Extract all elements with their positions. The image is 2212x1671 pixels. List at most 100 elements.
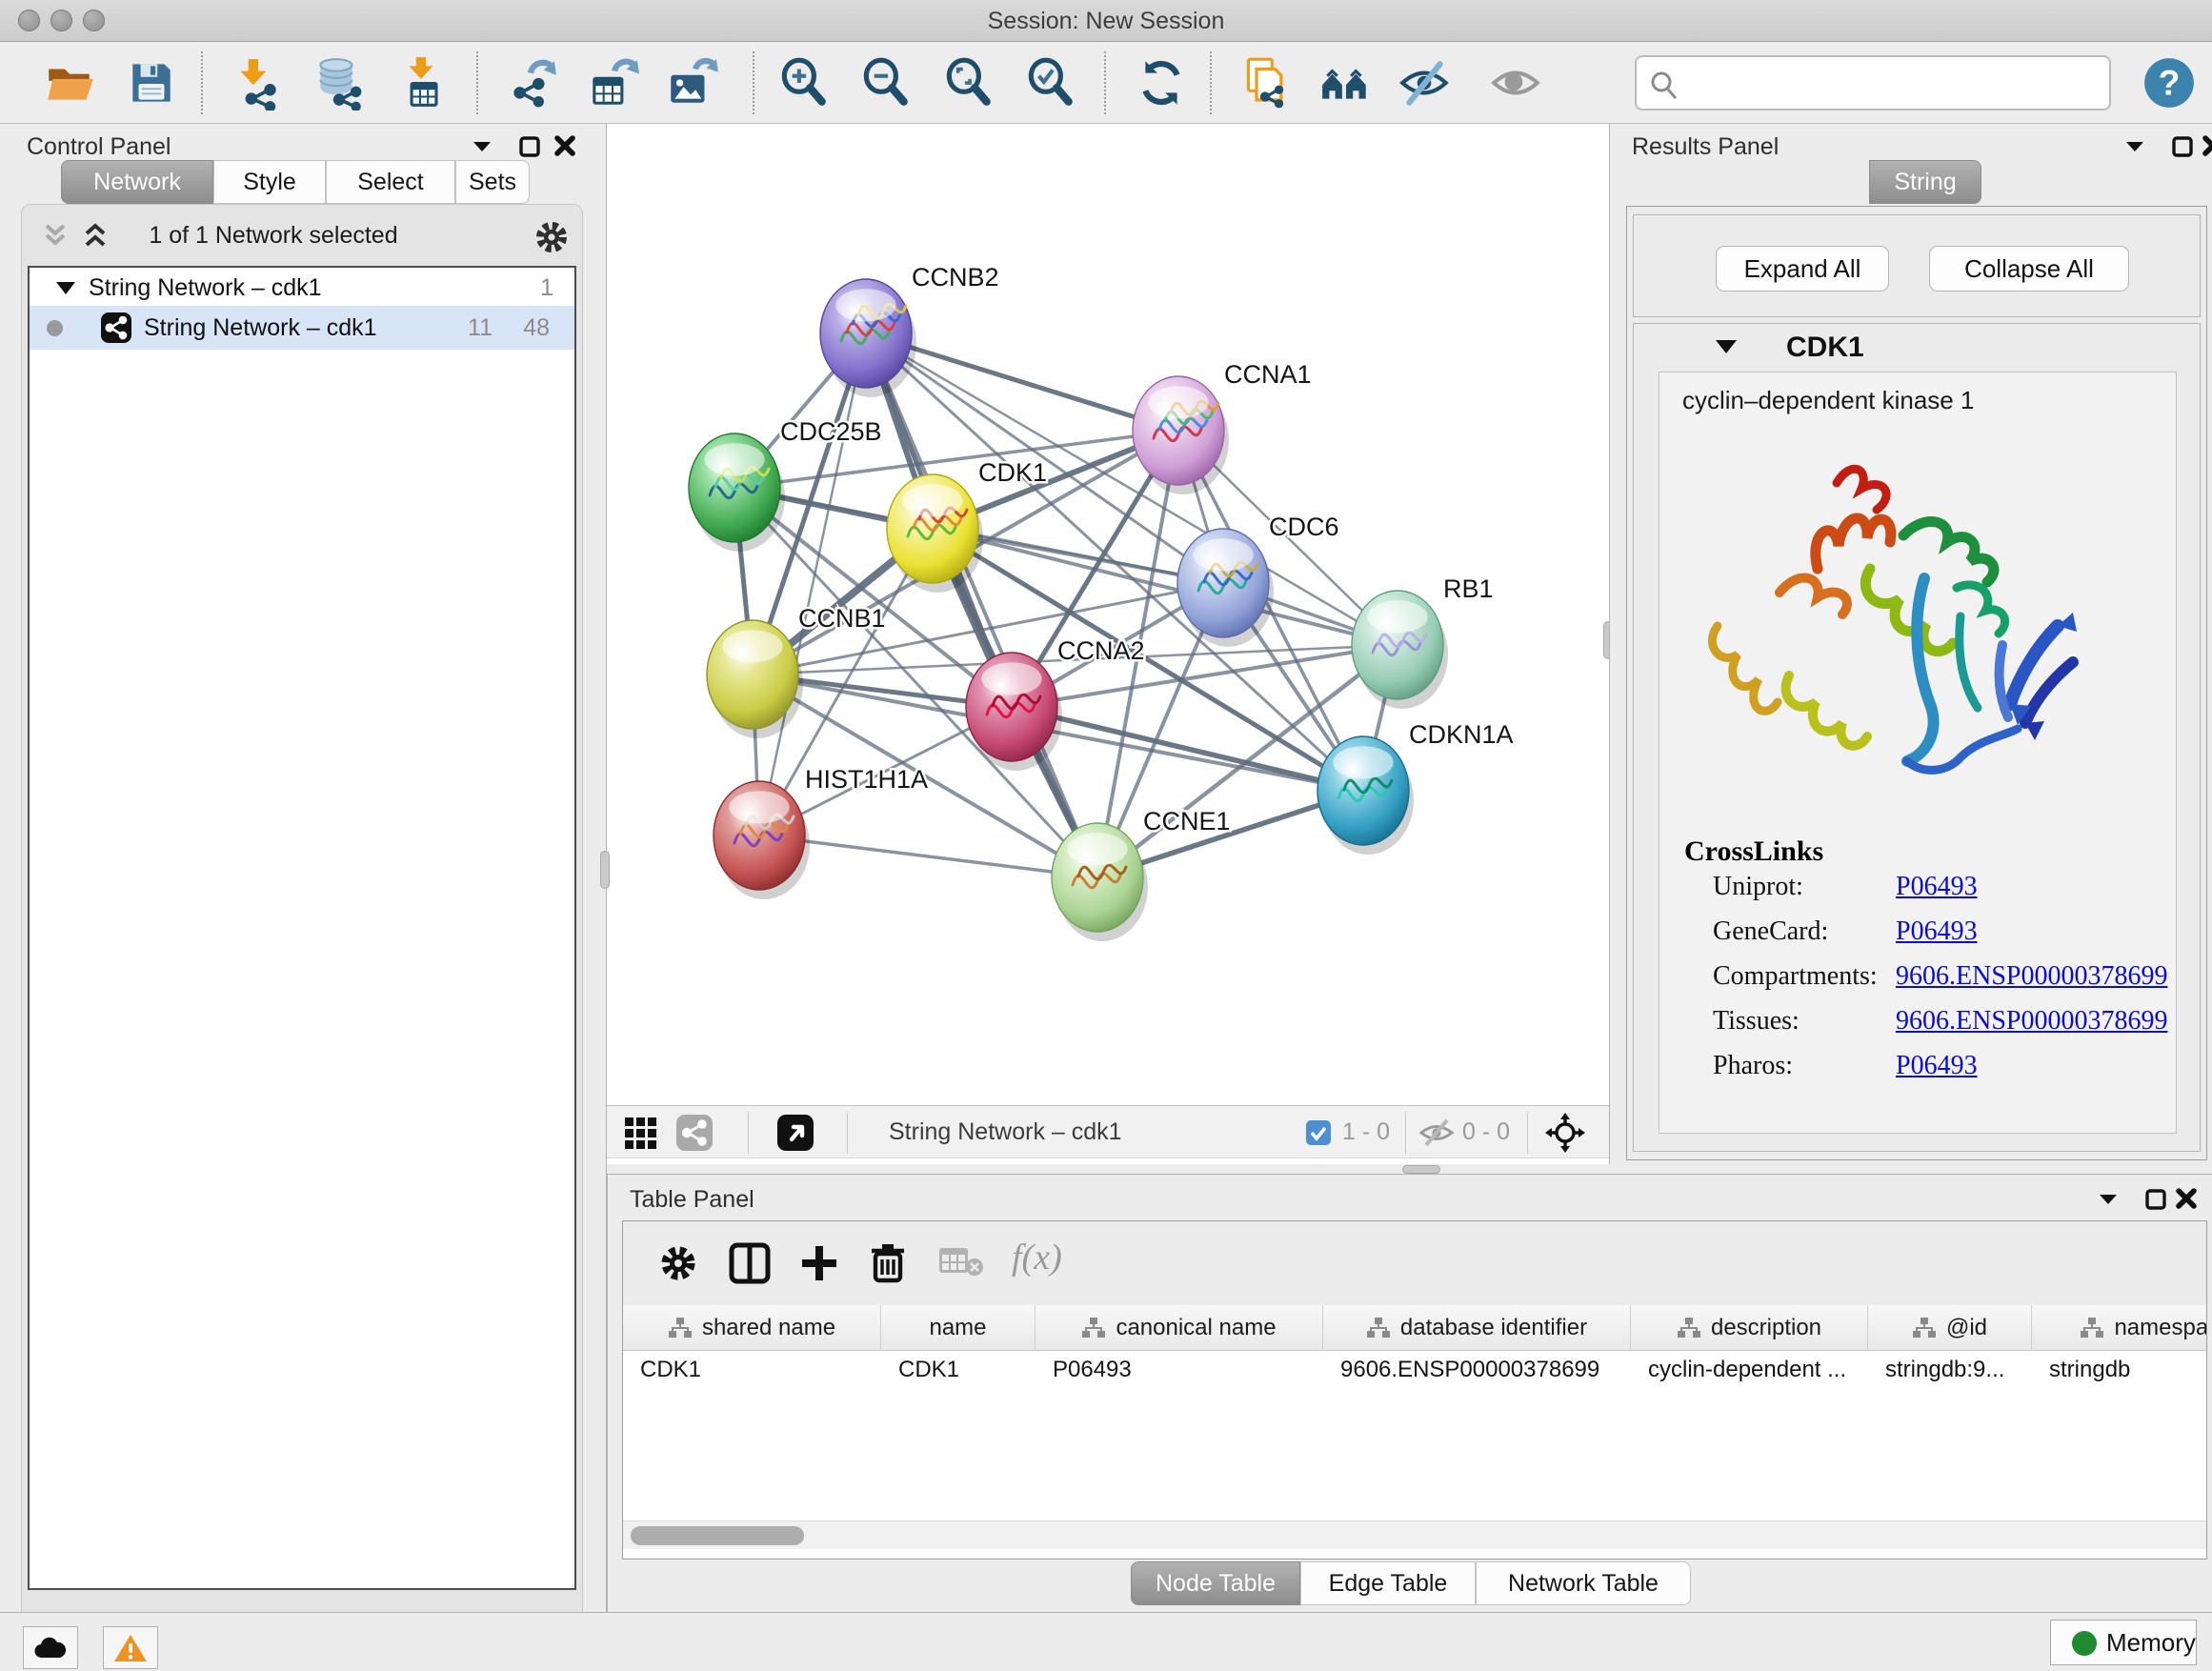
tab-string[interactable]: String	[1869, 160, 1981, 204]
column-header-namespace[interactable]: namespace	[2032, 1305, 2207, 1351]
network-collection-row[interactable]: String Network – cdk1 1	[30, 268, 574, 306]
table-gear-icon[interactable]	[657, 1242, 699, 1289]
network-share-icon[interactable]	[675, 1114, 714, 1157]
node-HIST1H1A[interactable]	[714, 781, 810, 899]
zoom-fit-icon[interactable]	[940, 55, 995, 111]
protein-collapse-icon[interactable]	[1714, 337, 1739, 356]
node-RB1[interactable]	[1352, 591, 1448, 709]
zoom-selected-icon[interactable]	[1022, 55, 1077, 111]
show-all-icon[interactable]	[1488, 55, 1543, 111]
column-header-shared-name[interactable]: shared name	[623, 1305, 881, 1351]
tab-network[interactable]: Network	[61, 160, 213, 204]
table-cell[interactable]: stringdb	[2049, 1357, 2207, 1383]
network-options-gear-icon[interactable]	[533, 218, 571, 261]
zoom-out-icon[interactable]	[857, 55, 913, 111]
help-icon[interactable]: ?	[2142, 55, 2197, 111]
results-panel-float-icon[interactable]	[2171, 135, 2194, 163]
table-columns-icon[interactable]	[728, 1242, 772, 1289]
crosslink-label: Tissues:	[1713, 1006, 1800, 1037]
import-network-database-icon[interactable]	[311, 55, 366, 111]
import-network-file-icon[interactable]	[229, 55, 284, 111]
pan-crosshair-icon[interactable]	[1544, 1112, 1586, 1158]
cloud-button[interactable]	[23, 1626, 78, 1669]
scrollbar-thumb[interactable]	[631, 1526, 804, 1545]
table-delete-icon[interactable]	[869, 1242, 907, 1289]
node-CCNA1[interactable]	[1133, 376, 1229, 494]
search-input[interactable]	[1686, 61, 2101, 105]
left-splitter-handle[interactable]	[600, 851, 610, 889]
node-label-RB1: RB1	[1443, 574, 1494, 603]
node-CDC25B[interactable]	[689, 433, 785, 552]
svg-text:?: ?	[2159, 62, 2181, 102]
table-add-column-icon[interactable]	[798, 1242, 840, 1289]
import-table-icon[interactable]	[395, 55, 451, 111]
horizontal-splitter-handle[interactable]	[1402, 1165, 1440, 1174]
node-CCNB2[interactable]	[820, 279, 916, 397]
node-CCNB1[interactable]	[707, 620, 803, 738]
table-cell[interactable]: stringdb:9...	[1885, 1357, 2024, 1383]
crosslink-link[interactable]: 9606.ENSP00000378699	[1896, 961, 2167, 992]
main-toolbar: ?	[0, 42, 2212, 124]
export-image-icon[interactable]	[664, 55, 719, 111]
edge-CCNB2-HIST1H1A[interactable]	[759, 333, 866, 836]
control-panel-close-icon[interactable]	[553, 133, 577, 163]
crosslink-link[interactable]: 9606.ENSP00000378699	[1896, 1006, 2167, 1037]
selected-checkbox-icon[interactable]	[1306, 1120, 1331, 1145]
grid-view-icon[interactable]	[622, 1114, 660, 1157]
save-session-icon[interactable]	[124, 55, 179, 111]
open-session-icon[interactable]	[42, 55, 97, 111]
edge-HIST1H1A-CCNE1[interactable]	[759, 836, 1097, 877]
node-CDK1[interactable]	[887, 474, 983, 593]
selected-count: 1 - 0	[1342, 1118, 1390, 1146]
tab-sets[interactable]: Sets	[455, 160, 530, 204]
tab-edge-table[interactable]: Edge Table	[1300, 1561, 1476, 1605]
network-row-selected[interactable]: String Network – cdk1 11 48	[30, 306, 574, 350]
refresh-icon[interactable]	[1134, 55, 1189, 111]
crosslink-link[interactable]: P06493	[1896, 1051, 1978, 1081]
birds-eye-view-icon[interactable]	[776, 1114, 814, 1157]
edge-CDK1-RB1[interactable]	[933, 529, 1398, 645]
node-CCNE1[interactable]	[1052, 823, 1148, 941]
crosslink-link[interactable]: P06493	[1896, 872, 1978, 902]
column-header-label: @id	[1946, 1315, 1987, 1341]
protein-section-header[interactable]: CDK1	[1634, 324, 2200, 372]
tab-network-table[interactable]: Network Table	[1476, 1561, 1691, 1605]
tab-select[interactable]: Select	[326, 160, 455, 204]
table-panel-float-icon[interactable]	[2144, 1188, 2167, 1216]
zoom-in-icon[interactable]	[775, 55, 831, 111]
column-header-canonical-name[interactable]: canonical name	[1036, 1305, 1323, 1351]
memory-button[interactable]: Memory	[2050, 1620, 2197, 1665]
tab-node-table[interactable]: Node Table	[1131, 1561, 1300, 1605]
expand-all-button[interactable]: Expand All	[1716, 246, 1889, 292]
table-cell[interactable]: CDK1	[640, 1357, 874, 1383]
network-canvas[interactable]: CCNB2CCNA1CDC25BCDK1CDC6RB1CCNB1CCNA2CDK…	[607, 124, 1609, 1105]
control-panel-menu-icon[interactable]	[470, 135, 494, 161]
table-cell[interactable]: CDK1	[898, 1357, 1028, 1383]
results-panel-close-icon[interactable]	[2201, 133, 2212, 163]
node-CDC6[interactable]	[1177, 529, 1274, 647]
export-table-icon[interactable]	[585, 55, 640, 111]
column-header-database-identifier[interactable]: database identifier	[1323, 1305, 1631, 1351]
edge-CCNA2-CDKN1A[interactable]	[1012, 707, 1363, 791]
tab-style[interactable]: Style	[213, 160, 326, 204]
first-neighbors-icon[interactable]	[1318, 55, 1374, 111]
table-row[interactable]: CDK1 CDK1 P06493 9606.ENSP00000378699 cyclin…	[623, 1351, 2207, 1389]
collection-expand-icon[interactable]	[54, 279, 77, 296]
table-panel-menu-icon[interactable]	[2096, 1188, 2121, 1214]
column-header-description[interactable]: description	[1631, 1305, 1868, 1351]
hide-selected-icon[interactable]	[1397, 55, 1452, 111]
node-CDKN1A[interactable]	[1317, 736, 1414, 855]
table-cell[interactable]: 9606.ENSP00000378699	[1340, 1357, 1623, 1383]
table-panel-close-icon[interactable]	[2174, 1186, 2199, 1216]
crosslink-link[interactable]: P06493	[1896, 916, 1978, 947]
warnings-button[interactable]	[103, 1626, 158, 1669]
new-network-from-selection-icon[interactable]	[1237, 55, 1292, 111]
column-header-name[interactable]: name	[881, 1305, 1036, 1351]
column-header--id[interactable]: @id	[1868, 1305, 2032, 1351]
export-network-icon[interactable]	[503, 55, 558, 111]
collapse-all-button[interactable]: Collapse All	[1929, 246, 2129, 292]
table-cell[interactable]: P06493	[1053, 1357, 1316, 1383]
results-panel-menu-icon[interactable]	[2122, 135, 2147, 161]
table-cell[interactable]: cyclin-dependent ...	[1648, 1357, 1860, 1383]
control-panel-float-icon[interactable]	[518, 135, 541, 163]
